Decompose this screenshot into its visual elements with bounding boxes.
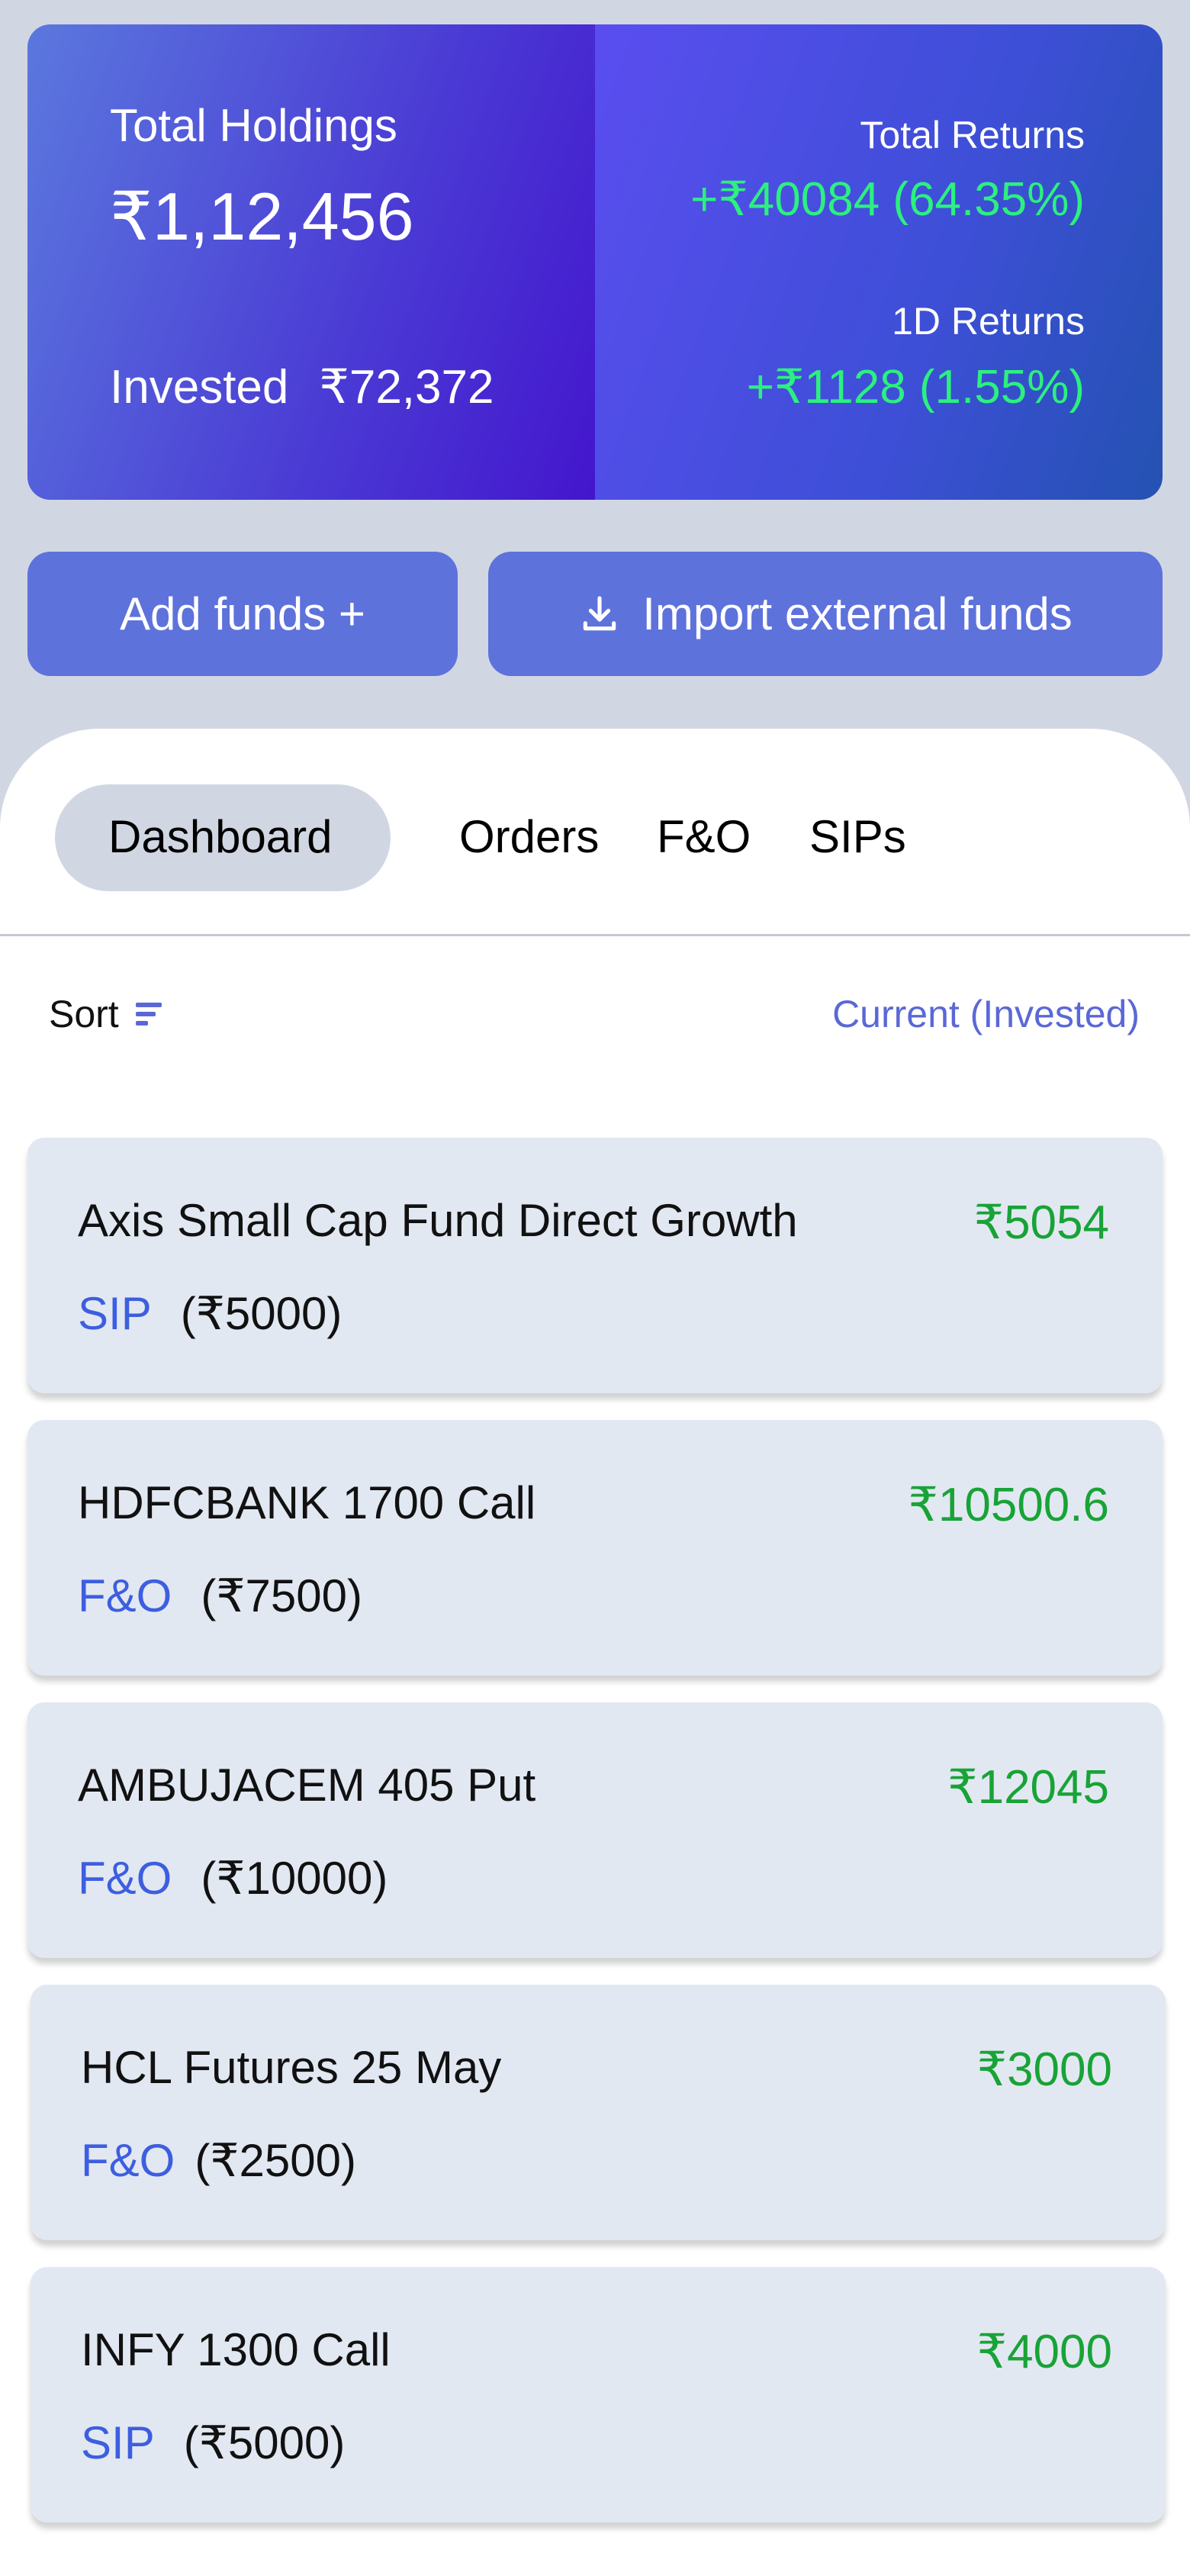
holding-details: F&O (₹2500)	[81, 2134, 356, 2188]
holding-invested: (₹5000)	[180, 1288, 343, 1339]
tab-sips[interactable]: SIPs	[809, 810, 906, 863]
tab-fno[interactable]: F&O	[657, 810, 751, 863]
import-external-funds-label: Import external funds	[642, 588, 1073, 639]
holding-invested: (₹5000)	[183, 2417, 346, 2468]
holding-current-value: ₹10500.6	[908, 1479, 1109, 1531]
add-funds-button[interactable]: Add funds +	[27, 552, 458, 676]
holding-type: SIP	[81, 2417, 155, 2468]
holding-invested: (₹10000)	[201, 1853, 388, 1904]
invested-row: Invested ₹72,372	[110, 359, 494, 414]
tab-divider	[0, 934, 1190, 936]
one-day-returns-value: +₹1128 (1.55%)	[746, 361, 1085, 414]
holding-name: HDFCBANK 1700 Call	[78, 1477, 536, 1528]
total-holdings-value: ₹1,12,456	[110, 179, 414, 254]
holding-current-value: ₹4000	[976, 2326, 1112, 2378]
total-returns-label: Total Returns	[860, 114, 1085, 156]
holding-type: F&O	[81, 2135, 175, 2186]
portfolio-summary-card: Total Holdings ₹1,12,456 Invested ₹72,372…	[27, 24, 1163, 500]
tab-dashboard[interactable]: Dashboard	[108, 810, 333, 863]
holding-name: AMBUJACEM 405 Put	[78, 1760, 536, 1811]
add-funds-label: Add funds +	[120, 588, 365, 639]
holding-card[interactable]: HCL Futures 25 May ₹3000 F&O (₹2500)	[31, 1985, 1166, 2240]
holding-name: HCL Futures 25 May	[81, 2042, 502, 2093]
total-holdings-label: Total Holdings	[110, 100, 397, 151]
sort-label: Sort	[49, 993, 119, 1035]
holding-card[interactable]: Axis Small Cap Fund Direct Growth ₹5054 …	[27, 1138, 1163, 1393]
holding-name: INFY 1300 Call	[81, 2324, 391, 2375]
holding-details: SIP (₹5000)	[78, 1287, 342, 1341]
returns-panel: Total Returns +₹40084 (64.35%) 1D Return…	[595, 24, 1163, 500]
one-day-returns-label: 1D Returns	[892, 300, 1085, 343]
holding-invested: (₹2500)	[195, 2135, 356, 2186]
holding-current-value: ₹3000	[976, 2043, 1112, 2096]
holding-current-value: ₹12045	[947, 1761, 1109, 1814]
holding-details: F&O (₹7500)	[78, 1570, 362, 1623]
holding-details: F&O (₹10000)	[78, 1852, 388, 1905]
holding-type: SIP	[78, 1288, 152, 1339]
holdings-panel: Total Holdings ₹1,12,456 Invested ₹72,372	[27, 24, 595, 500]
holding-invested: (₹7500)	[201, 1570, 362, 1621]
current-invested-toggle[interactable]: Current (Invested)	[832, 992, 1140, 1036]
holding-card[interactable]: AMBUJACEM 405 Put ₹12045 F&O (₹10000)	[27, 1702, 1163, 1958]
holding-name: Axis Small Cap Fund Direct Growth	[78, 1195, 798, 1246]
download-icon	[583, 595, 616, 630]
tab-orders[interactable]: Orders	[459, 810, 599, 863]
holding-type: F&O	[78, 1570, 172, 1621]
holding-current-value: ₹5054	[973, 1196, 1109, 1249]
holding-details: SIP (₹5000)	[81, 2417, 345, 2470]
sort-icon	[135, 1003, 162, 1026]
invested-label: Invested	[110, 361, 289, 414]
invested-value: ₹72,372	[319, 361, 494, 414]
total-returns-value: +₹40084 (64.35%)	[690, 173, 1085, 226]
holding-card[interactable]: HDFCBANK 1700 Call ₹10500.6 F&O (₹7500)	[27, 1420, 1163, 1676]
holding-type: F&O	[78, 1853, 172, 1904]
sort-button[interactable]: Sort	[49, 992, 162, 1036]
holding-card[interactable]: INFY 1300 Call ₹4000 SIP (₹5000)	[31, 2267, 1166, 2523]
import-external-funds-button[interactable]: Import external funds	[488, 552, 1163, 676]
